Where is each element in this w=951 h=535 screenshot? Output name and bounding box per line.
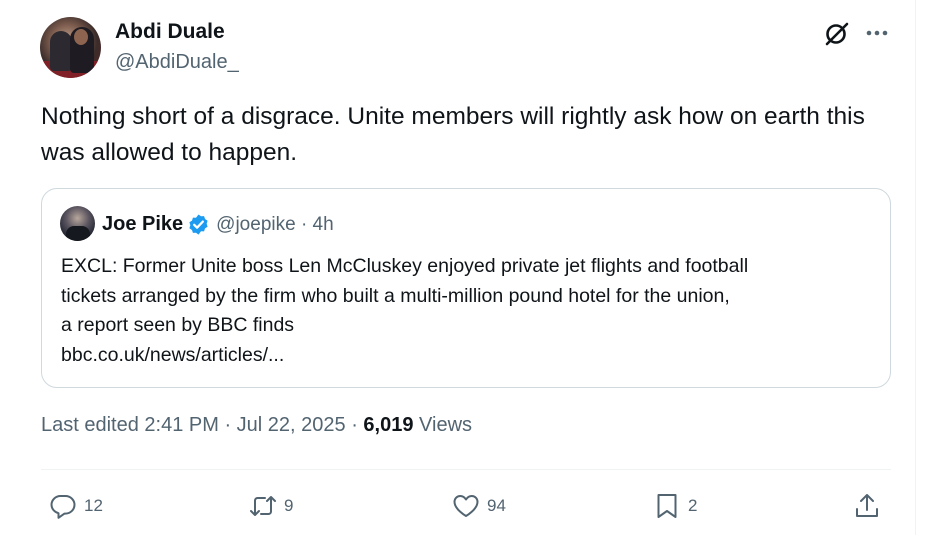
views-label: Views (419, 414, 473, 436)
tweet-card: Abdi Duale @AbdiDuale_ Nothing short of … (0, 0, 916, 535)
reply-icon (50, 495, 76, 519)
edited-timestamp[interactable]: Last edited 2:41 PM · Jul 22, 2025 · (41, 414, 363, 436)
quoted-author-avatar[interactable] (60, 206, 95, 241)
reply-count: 12 (84, 496, 103, 515)
tweet-meta: Last edited 2:41 PM · Jul 22, 2025 · 6,0… (41, 414, 472, 437)
tweet-text: Nothing short of a disgrace. Unite membe… (41, 103, 865, 166)
author-handle[interactable]: @AbdiDuale_ (115, 51, 239, 74)
bookmark-icon (657, 494, 677, 518)
reply-button[interactable]: 12 (48, 491, 103, 521)
quoted-text-line: EXCL: Former Unite boss Len McCluskey en… (61, 255, 749, 277)
repost-count: 9 (284, 496, 294, 515)
share-button[interactable] (852, 491, 882, 521)
more-icon[interactable] (864, 23, 890, 43)
quoted-author-name[interactable]: Joe Pike (102, 213, 183, 236)
quoted-header: Joe Pike @joepike · 4h (102, 213, 334, 236)
quoted-text: EXCL: Former Unite boss Len McCluskey en… (61, 252, 881, 370)
quoted-link[interactable]: bbc.co.uk/news/articles/... (61, 341, 881, 371)
like-icon (453, 495, 479, 517)
like-button[interactable]: 94 (451, 491, 506, 521)
bookmark-button[interactable]: 2 (652, 491, 697, 521)
share-icon (856, 494, 878, 517)
grok-icon[interactable] (823, 19, 851, 47)
bookmark-count: 2 (688, 496, 698, 515)
repost-icon (250, 496, 276, 516)
author-avatar[interactable] (40, 17, 101, 78)
divider (41, 469, 891, 470)
quoted-text-line: a report seen by BBC finds (61, 314, 295, 336)
verified-badge-icon (189, 214, 208, 235)
author-name[interactable]: Abdi Duale (115, 20, 225, 44)
repost-button[interactable]: 9 (248, 491, 293, 521)
quoted-meta[interactable]: @joepike · 4h (216, 214, 334, 236)
quoted-tweet[interactable]: Joe Pike @joepike · 4h EXCL: Former Unit… (41, 188, 891, 388)
views-count: 6,019 (363, 414, 414, 436)
quoted-text-line: tickets arranged by the firm who built a… (61, 284, 730, 307)
like-count: 94 (487, 496, 506, 515)
